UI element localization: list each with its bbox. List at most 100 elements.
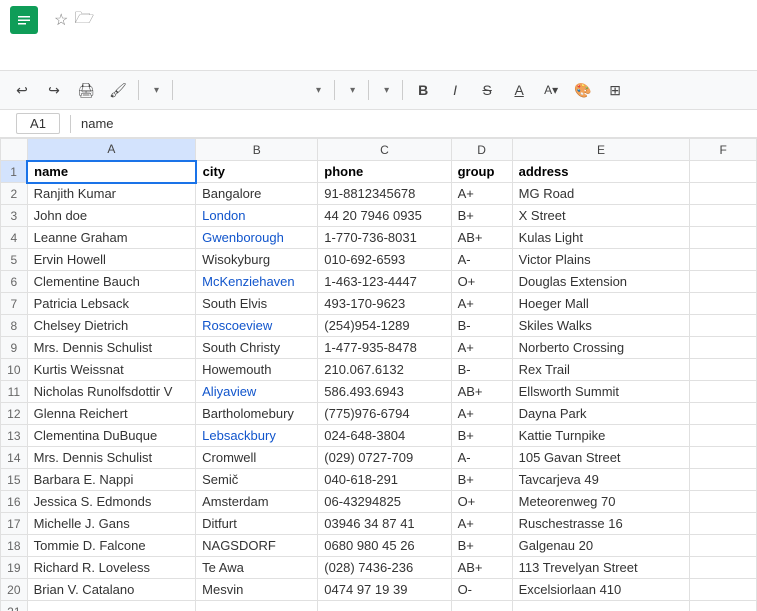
cell-e14[interactable]: 105 Gavan Street (512, 447, 690, 469)
cell-a11[interactable]: Nicholas Runolfsdottir V (27, 381, 196, 403)
menu-format[interactable] (98, 51, 118, 59)
menu-file[interactable] (10, 51, 30, 59)
cell-d9[interactable]: A+ (451, 337, 512, 359)
cell-e1[interactable]: address (512, 161, 690, 183)
cell-e4[interactable]: Kulas Light (512, 227, 690, 249)
cell-e6[interactable]: Douglas Extension (512, 271, 690, 293)
cell-a5[interactable]: Ervin Howell (27, 249, 196, 271)
cell-b21[interactable] (196, 601, 318, 611)
cell-b16[interactable]: Amsterdam (196, 491, 318, 513)
cell-c19[interactable]: (028) 7436-236 (318, 557, 451, 579)
cell-ref-input[interactable] (16, 113, 60, 134)
cell-c5[interactable]: 010-692-6593 (318, 249, 451, 271)
star-icon[interactable]: ☆ (54, 10, 68, 30)
cell-a12[interactable]: Glenna Reichert (27, 403, 196, 425)
cell-b7[interactable]: South Elvis (196, 293, 318, 315)
underline-button[interactable]: A (505, 76, 533, 104)
cell-c15[interactable]: 040-618-291 (318, 469, 451, 491)
cell-a15[interactable]: Barbara E. Nappi (27, 469, 196, 491)
cell-e9[interactable]: Norberto Crossing (512, 337, 690, 359)
cell-c10[interactable]: 210.067.6132 (318, 359, 451, 381)
cell-a9[interactable]: Mrs. Dennis Schulist (27, 337, 196, 359)
decimal-less-button[interactable] (243, 76, 271, 104)
cell-b11[interactable]: Aliyaview (196, 381, 318, 403)
cell-a7[interactable]: Patricia Lebsack (27, 293, 196, 315)
cell-e11[interactable]: Ellsworth Summit (512, 381, 690, 403)
undo-button[interactable]: ↩ (8, 76, 36, 104)
cell-d15[interactable]: B+ (451, 469, 512, 491)
cell-d11[interactable]: AB+ (451, 381, 512, 403)
menu-view[interactable] (54, 51, 74, 59)
cell-f11[interactable] (690, 381, 757, 403)
cell-d10[interactable]: B- (451, 359, 512, 381)
cell-b18[interactable]: NAGSDORF (196, 535, 318, 557)
zoom-dropdown[interactable]: ▾ (145, 82, 166, 99)
decimal-more-button[interactable] (275, 76, 303, 104)
cell-a8[interactable]: Chelsey Dietrich (27, 315, 196, 337)
cell-f6[interactable] (690, 271, 757, 293)
cell-a1[interactable]: name (27, 161, 196, 183)
cell-c14[interactable]: (029) 0727-709 (318, 447, 451, 469)
cell-b4[interactable]: Gwenborough (196, 227, 318, 249)
cell-c17[interactable]: 03946 34 87 41 (318, 513, 451, 535)
percent-button[interactable] (211, 76, 239, 104)
cell-a17[interactable]: Michelle J. Gans (27, 513, 196, 535)
cell-d14[interactable]: A- (451, 447, 512, 469)
currency-button[interactable] (179, 76, 207, 104)
cell-c20[interactable]: 0474 97 19 39 (318, 579, 451, 601)
col-header-c[interactable]: C (318, 139, 451, 161)
cell-d19[interactable]: AB+ (451, 557, 512, 579)
cell-d7[interactable]: A+ (451, 293, 512, 315)
cell-f16[interactable] (690, 491, 757, 513)
sheet-container[interactable]: A B C D E F 1namecityphonegroupaddress2R… (0, 138, 757, 611)
col-header-b[interactable]: B (196, 139, 318, 161)
menu-insert[interactable] (76, 51, 96, 59)
cell-b15[interactable]: Semič (196, 469, 318, 491)
cell-c3[interactable]: 44 20 7946 0935 (318, 205, 451, 227)
cell-f2[interactable] (690, 183, 757, 205)
cell-b14[interactable]: Cromwell (196, 447, 318, 469)
cell-d5[interactable]: A- (451, 249, 512, 271)
cell-e20[interactable]: Excelsiorlaan 410 (512, 579, 690, 601)
cell-f21[interactable] (690, 601, 757, 611)
cell-b3[interactable]: London (196, 205, 318, 227)
borders-button[interactable]: ⊞ (601, 76, 629, 104)
cell-c16[interactable]: 06-43294825 (318, 491, 451, 513)
cell-d13[interactable]: B+ (451, 425, 512, 447)
cell-a10[interactable]: Kurtis Weissnat (27, 359, 196, 381)
cell-d6[interactable]: O+ (451, 271, 512, 293)
cell-f20[interactable] (690, 579, 757, 601)
cell-c4[interactable]: 1-770-736-8031 (318, 227, 451, 249)
cell-a20[interactable]: Brian V. Catalano (27, 579, 196, 601)
cell-d20[interactable]: O- (451, 579, 512, 601)
cell-b13[interactable]: Lebsackbury (196, 425, 318, 447)
cell-e2[interactable]: MG Road (512, 183, 690, 205)
cell-c7[interactable]: 493-170-9623 (318, 293, 451, 315)
redo-button[interactable]: ↪ (40, 76, 68, 104)
cell-d16[interactable]: O+ (451, 491, 512, 513)
cell-b9[interactable]: South Christy (196, 337, 318, 359)
cell-d1[interactable]: group (451, 161, 512, 183)
cell-f13[interactable] (690, 425, 757, 447)
cell-d8[interactable]: B- (451, 315, 512, 337)
cell-e7[interactable]: Hoeger Mall (512, 293, 690, 315)
cell-f18[interactable] (690, 535, 757, 557)
cell-d18[interactable]: B+ (451, 535, 512, 557)
menu-help[interactable] (186, 51, 206, 59)
menu-addons[interactable] (164, 51, 184, 59)
cell-e15[interactable]: Tavcarjeva 49 (512, 469, 690, 491)
cell-d21[interactable] (451, 601, 512, 611)
cell-c8[interactable]: (254)954-1289 (318, 315, 451, 337)
cell-f19[interactable] (690, 557, 757, 579)
cell-b17[interactable]: Ditfurt (196, 513, 318, 535)
cell-f10[interactable] (690, 359, 757, 381)
cell-b2[interactable]: Bangalore (196, 183, 318, 205)
cell-a18[interactable]: Tommie D. Falcone (27, 535, 196, 557)
cell-e12[interactable]: Dayna Park (512, 403, 690, 425)
col-header-e[interactable]: E (512, 139, 690, 161)
cell-b20[interactable]: Mesvin (196, 579, 318, 601)
cell-f15[interactable] (690, 469, 757, 491)
cell-e16[interactable]: Meteorenweg 70 (512, 491, 690, 513)
cell-c1[interactable]: phone (318, 161, 451, 183)
cell-a21[interactable] (27, 601, 196, 611)
